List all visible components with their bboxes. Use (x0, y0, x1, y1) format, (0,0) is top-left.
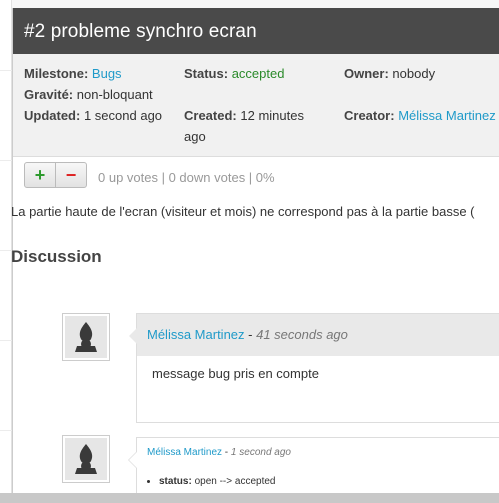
change-value: open --> accepted (194, 476, 276, 487)
gravite-value: non-bloquant (76, 87, 153, 102)
change-label: status: (159, 476, 192, 487)
bottom-scrollbar[interactable] (0, 493, 499, 503)
status-value: accepted (231, 66, 285, 81)
comment-author-link[interactable]: Mélissa Martinez (147, 447, 222, 458)
comment-time: 1 second ago (230, 447, 291, 458)
gravite-field: Gravité: non-bloquant (24, 87, 153, 102)
comment-header: Mélissa Martinez - 41 seconds ago (137, 314, 499, 356)
status-field: Status: accepted (184, 66, 285, 81)
milestone-field: Milestone: Bugs (24, 66, 122, 81)
comment-time: 41 seconds ago (256, 327, 348, 342)
ticket-meta: Milestone: Bugs Status: accepted Owner: … (13, 54, 499, 157)
user-avatar-icon (65, 316, 107, 358)
comment-header: Mélissa Martinez - 1 second ago (137, 438, 499, 468)
comment-arrow (129, 452, 137, 468)
ticket-title: #2 probleme synchro ecran (13, 8, 499, 54)
avatar (62, 313, 110, 361)
user-avatar-icon (65, 438, 107, 480)
comment-author-link[interactable]: Mélissa Martinez (147, 327, 245, 342)
vote-buttons: + − (24, 162, 87, 188)
creator-link[interactable]: Mélissa Martinez (398, 108, 496, 123)
comment-separator: - (222, 447, 231, 458)
owner-field: Owner: nobody (344, 66, 436, 81)
downvote-button[interactable]: − (56, 163, 86, 187)
milestone-link[interactable]: Bugs (92, 66, 122, 81)
created-value: 12 minutes (240, 108, 304, 123)
votes-bar: + − 0 up votes | 0 down votes | 0% (13, 157, 499, 197)
change-item: status: open --> accepted (159, 476, 499, 487)
created-value-cont: ago (184, 129, 206, 144)
ticket-description: La partie haute de l'ecran (visiteur et … (11, 204, 475, 219)
updated-value: 1 second ago (83, 108, 163, 123)
comment-separator: - (244, 327, 257, 342)
upvote-button[interactable]: + (25, 163, 56, 187)
comment: Mélissa Martinez - 41 seconds ago messag… (129, 313, 499, 423)
discussion-title: Discussion (11, 247, 102, 266)
comment-body: message bug pris en compte (152, 366, 319, 381)
created-field: Created: 12 minutes ago (184, 108, 304, 144)
avatar (62, 435, 110, 483)
change-list: status: open --> accepted (137, 468, 499, 487)
vote-summary: 0 up votes | 0 down votes | 0% (98, 170, 275, 185)
creator-field: Creator: Mélissa Martinez (344, 108, 496, 123)
updated-field: Updated: 1 second ago (24, 108, 163, 123)
comment-arrow (129, 328, 137, 344)
owner-value: nobody (392, 66, 436, 81)
comment: Mélissa Martinez - 1 second ago status: … (128, 437, 499, 497)
